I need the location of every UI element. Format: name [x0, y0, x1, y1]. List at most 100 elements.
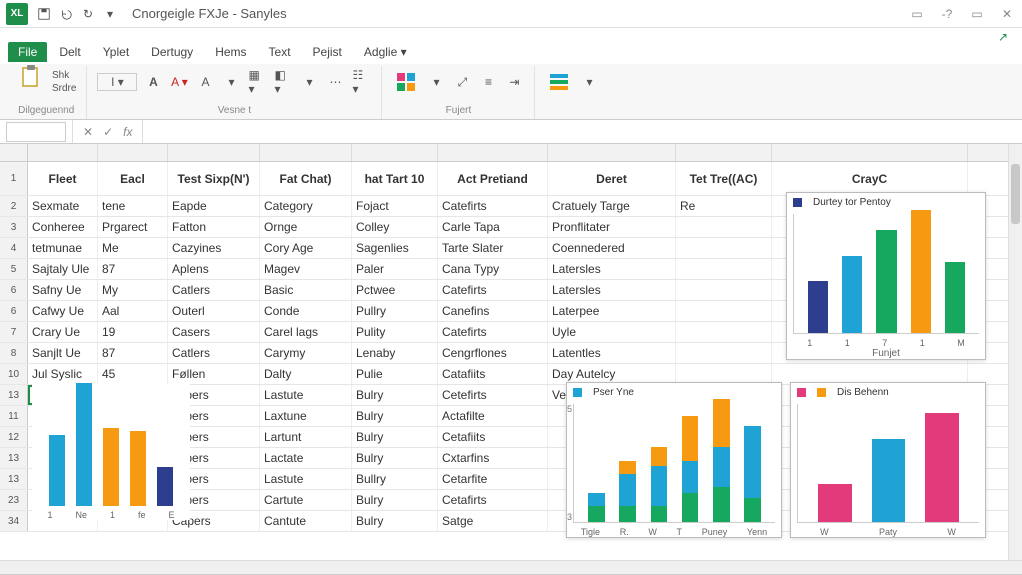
- save-icon[interactable]: [36, 6, 52, 22]
- row-header[interactable]: 3: [0, 217, 28, 237]
- cell[interactable]: 87: [98, 259, 168, 279]
- undo-icon[interactable]: [58, 6, 74, 22]
- formula-input[interactable]: [143, 122, 1022, 142]
- cell[interactable]: Bullry: [352, 469, 438, 489]
- cell[interactable]: [676, 364, 772, 384]
- cell[interactable]: Cxtarfins: [438, 448, 548, 468]
- cell[interactable]: Pulity: [352, 322, 438, 342]
- cell[interactable]: Conde: [260, 301, 352, 321]
- font-size-inc-icon[interactable]: A: [195, 73, 215, 91]
- cell[interactable]: Sexmate: [28, 196, 98, 216]
- cell[interactable]: Magev: [260, 259, 352, 279]
- row-header[interactable]: 7: [0, 322, 28, 342]
- cell[interactable]: Jul Syslic: [28, 364, 98, 384]
- fill-color-button[interactable]: ◧ ▾: [273, 73, 293, 91]
- cell[interactable]: Bulry: [352, 385, 438, 405]
- cell[interactable]: Catefirts: [438, 196, 548, 216]
- cell[interactable]: Cetafiits: [438, 427, 548, 447]
- paste-button[interactable]: [16, 64, 46, 100]
- worksheet-area[interactable]: 1 Fleet Eacl Test Sixp(N') Fat Chat) hat…: [0, 144, 1022, 560]
- cell[interactable]: [676, 301, 772, 321]
- row-header[interactable]: 2: [0, 196, 28, 216]
- cell[interactable]: Bulry: [352, 406, 438, 426]
- styles-icon[interactable]: [545, 68, 573, 96]
- cell[interactable]: Canefins: [438, 301, 548, 321]
- cell[interactable]: Bulry: [352, 511, 438, 531]
- cell[interactable]: Sagenlies: [352, 238, 438, 258]
- cell[interactable]: Satge: [438, 511, 548, 531]
- cell[interactable]: Cratuely Targe: [548, 196, 676, 216]
- cell[interactable]: [676, 259, 772, 279]
- cell[interactable]: Carymy: [260, 343, 352, 363]
- cell[interactable]: Cetarfite: [438, 469, 548, 489]
- cell[interactable]: Carle Tapa: [438, 217, 548, 237]
- cell[interactable]: [772, 364, 968, 384]
- more-font-icon[interactable]: ▾: [299, 73, 319, 91]
- cell[interactable]: Colley: [352, 217, 438, 237]
- cell[interactable]: Fat Chat): [260, 162, 352, 195]
- cell[interactable]: Eacl: [98, 162, 168, 195]
- cell[interactable]: Lastute: [260, 469, 352, 489]
- cell[interactable]: Sajtaly Ule: [28, 259, 98, 279]
- row-header[interactable]: 6: [0, 301, 28, 321]
- cell[interactable]: Dalty: [260, 364, 352, 384]
- cell[interactable]: Casers: [168, 322, 260, 342]
- cell[interactable]: Latentles: [548, 343, 676, 363]
- cell[interactable]: Cafwy Ue: [28, 301, 98, 321]
- chart-inline-left[interactable]: 1Ne1feE: [32, 384, 190, 520]
- cell[interactable]: Carel lags: [260, 322, 352, 342]
- row-header[interactable]: 10: [0, 364, 28, 384]
- cell[interactable]: Tet Tre((AC): [676, 162, 772, 195]
- cell[interactable]: Pctwee: [352, 280, 438, 300]
- cell[interactable]: Catefirts: [438, 322, 548, 342]
- cell[interactable]: Lastute: [260, 385, 352, 405]
- cell[interactable]: tene: [98, 196, 168, 216]
- menu-item[interactable]: Text: [259, 42, 301, 62]
- menu-item[interactable]: Pejist: [303, 42, 352, 62]
- col-header[interactable]: [260, 144, 352, 161]
- row-header[interactable]: 34: [0, 511, 28, 531]
- cut-button[interactable]: Shk: [52, 70, 76, 81]
- cell[interactable]: Actafilte: [438, 406, 548, 426]
- select-all-button[interactable]: [0, 144, 28, 161]
- cell[interactable]: 45: [98, 364, 168, 384]
- row-header[interactable]: 1: [0, 162, 28, 195]
- col-header[interactable]: [352, 144, 438, 161]
- name-box[interactable]: [6, 122, 66, 142]
- cell[interactable]: Laxtune: [260, 406, 352, 426]
- styles-dropdown-icon[interactable]: ▾: [579, 73, 599, 91]
- align-dropdown-icon[interactable]: ▾: [426, 73, 446, 91]
- cell[interactable]: Day Autelcy: [548, 364, 676, 384]
- cell[interactable]: Lartunt: [260, 427, 352, 447]
- cell[interactable]: Basic: [260, 280, 352, 300]
- col-header[interactable]: [548, 144, 676, 161]
- cell[interactable]: Crary Ue: [28, 322, 98, 342]
- row-header[interactable]: 6: [0, 280, 28, 300]
- help-icon[interactable]: -?: [938, 5, 956, 23]
- cell[interactable]: [676, 322, 772, 342]
- cell[interactable]: Cengrflones: [438, 343, 548, 363]
- row-header[interactable]: 12: [0, 427, 28, 447]
- copy-button[interactable]: Srdre: [52, 83, 76, 94]
- row-header[interactable]: 23: [0, 490, 28, 510]
- row-header[interactable]: 11: [0, 406, 28, 426]
- col-header[interactable]: [772, 144, 968, 161]
- cell[interactable]: Me: [98, 238, 168, 258]
- cell[interactable]: Catlers: [168, 280, 260, 300]
- conditional-format-icon[interactable]: [392, 68, 420, 96]
- cell[interactable]: Cetefirts: [438, 385, 548, 405]
- cell[interactable]: Cartute: [260, 490, 352, 510]
- cell[interactable]: Føllen: [168, 364, 260, 384]
- fx-icon[interactable]: fx: [123, 125, 132, 139]
- cell[interactable]: Fojact: [352, 196, 438, 216]
- indent-icon[interactable]: ⇥: [504, 73, 524, 91]
- cell[interactable]: Sanjlt Ue: [28, 343, 98, 363]
- border-button[interactable]: ▦ ▾: [247, 73, 267, 91]
- enter-formula-icon[interactable]: ✓: [103, 125, 113, 139]
- chart-bottom-middle[interactable]: Pser Yne 53 TigleR.WTPuneyYenn: [566, 382, 782, 538]
- cell[interactable]: Bulry: [352, 427, 438, 447]
- cell[interactable]: hat Tart 10: [352, 162, 438, 195]
- menu-item[interactable]: Yplet: [93, 42, 139, 62]
- cell[interactable]: Deret: [548, 162, 676, 195]
- col-header[interactable]: [438, 144, 548, 161]
